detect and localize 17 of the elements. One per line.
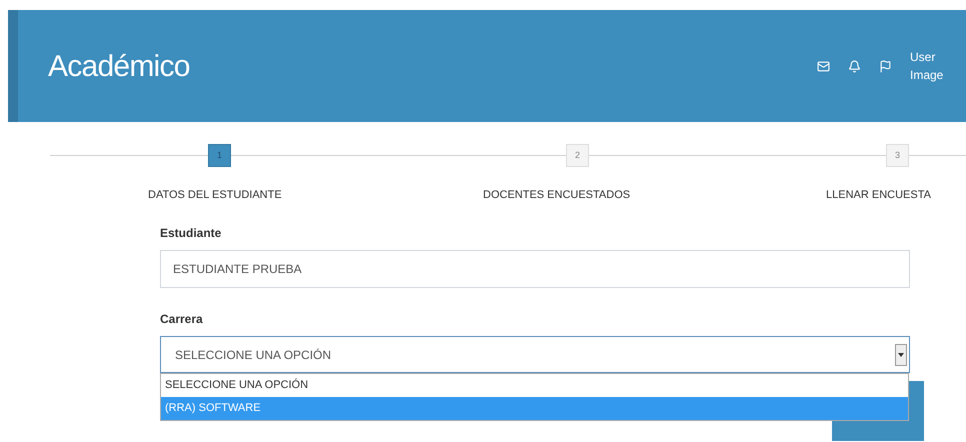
app-title: Académico <box>48 48 190 84</box>
field-label: Carrera <box>160 311 204 328</box>
step-number[interactable]: 1 <box>208 144 231 167</box>
career-select[interactable]: SELECCIONE UNA OPCIÓN <box>160 336 910 373</box>
bell-icon[interactable] <box>848 60 861 72</box>
step-label: DOCENTES ENCUESTADOS <box>483 188 630 203</box>
mail-icon[interactable] <box>817 60 830 72</box>
student-field[interactable]: ESTUDIANTE PRUEBA <box>160 250 910 288</box>
dropdown-option[interactable]: (RRA) SOFTWARE <box>161 397 908 420</box>
step-label: LLENAR ENCUESTA <box>826 188 931 203</box>
dropdown-option[interactable]: SELECCIONE UNA OPCIÓN <box>161 374 908 397</box>
step-number[interactable]: 3 <box>886 144 909 167</box>
user-image-link[interactable]: User Image <box>910 48 946 84</box>
step-number[interactable]: 2 <box>566 144 589 167</box>
flag-icon[interactable] <box>879 60 892 72</box>
field-label: Estudiante <box>160 225 222 242</box>
step-label: DATOS DEL ESTUDIANTE <box>148 188 282 203</box>
